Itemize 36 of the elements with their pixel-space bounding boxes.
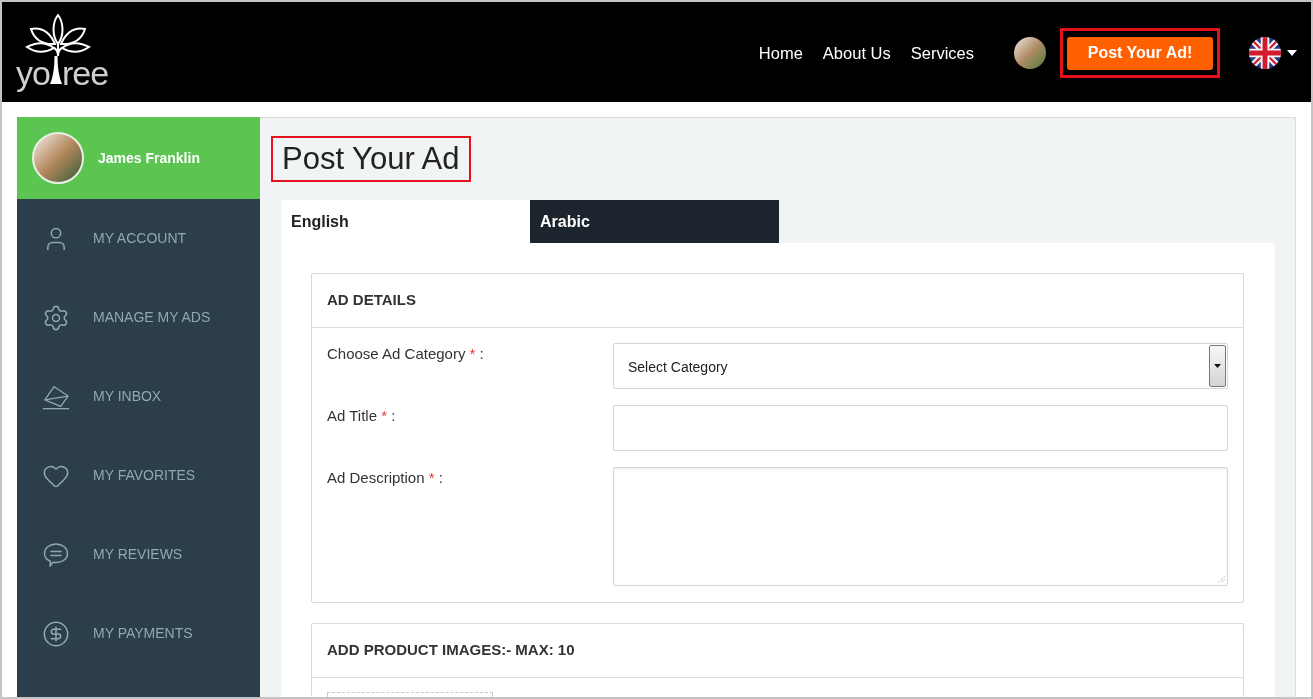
- avatar-placeholder[interactable]: [1014, 37, 1046, 69]
- dollar-circle-icon: [42, 619, 70, 648]
- post-ad-button[interactable]: Post Your Ad!: [1067, 36, 1213, 70]
- flag-icon[interactable]: [1249, 37, 1281, 69]
- logo-text: yo: [16, 56, 50, 90]
- page-title: Post Your Ad: [282, 142, 460, 176]
- text-input[interactable]: [613, 405, 1228, 451]
- textarea-input[interactable]: [613, 467, 1228, 586]
- tree-leaves-icon: [25, 14, 91, 56]
- sidebar-item[interactable]: MY REVIEWS: [17, 515, 260, 594]
- nav-link[interactable]: Services: [910, 40, 974, 66]
- sidebar-item[interactable]: MY INBOX: [17, 357, 260, 436]
- language-tab[interactable]: Arabic: [530, 200, 779, 243]
- field-label: Choose Ad Category * :: [327, 344, 485, 364]
- speech-bubble-icon: [43, 541, 69, 568]
- profile-photo-placeholder: [32, 132, 84, 184]
- tree-trunk-icon: [49, 56, 62, 84]
- caret-down-icon: [1214, 364, 1221, 368]
- dropdown-select[interactable]: Select Category: [613, 343, 1228, 389]
- nav-link[interactable]: Home: [758, 40, 803, 66]
- sidebar-item[interactable]: MANAGE MY ADS: [17, 278, 260, 357]
- language-tab[interactable]: English: [281, 200, 530, 243]
- sidebar-item[interactable]: MY FAVORITES: [17, 436, 260, 515]
- sidebar-item[interactable]: MY ACCOUNT: [17, 199, 260, 278]
- caret-down-icon[interactable]: [1287, 50, 1297, 56]
- nav-link[interactable]: About Us: [822, 40, 891, 66]
- section-heading: AD DETAILS: [327, 290, 416, 311]
- sidebar-item[interactable]: MY PAYMENTS: [17, 594, 260, 673]
- logo-text: ree: [61, 56, 109, 90]
- user-name: James Franklin: [98, 148, 200, 168]
- resize-grip-icon[interactable]: [1218, 576, 1225, 583]
- field-label: Ad Description * :: [327, 468, 444, 488]
- dropdown-toggle[interactable]: [1209, 345, 1226, 387]
- section-heading: ADD PRODUCT IMAGES:- MAX: 10: [327, 640, 575, 661]
- settings-icon: [42, 303, 70, 332]
- field-label: Ad Title * :: [327, 406, 397, 426]
